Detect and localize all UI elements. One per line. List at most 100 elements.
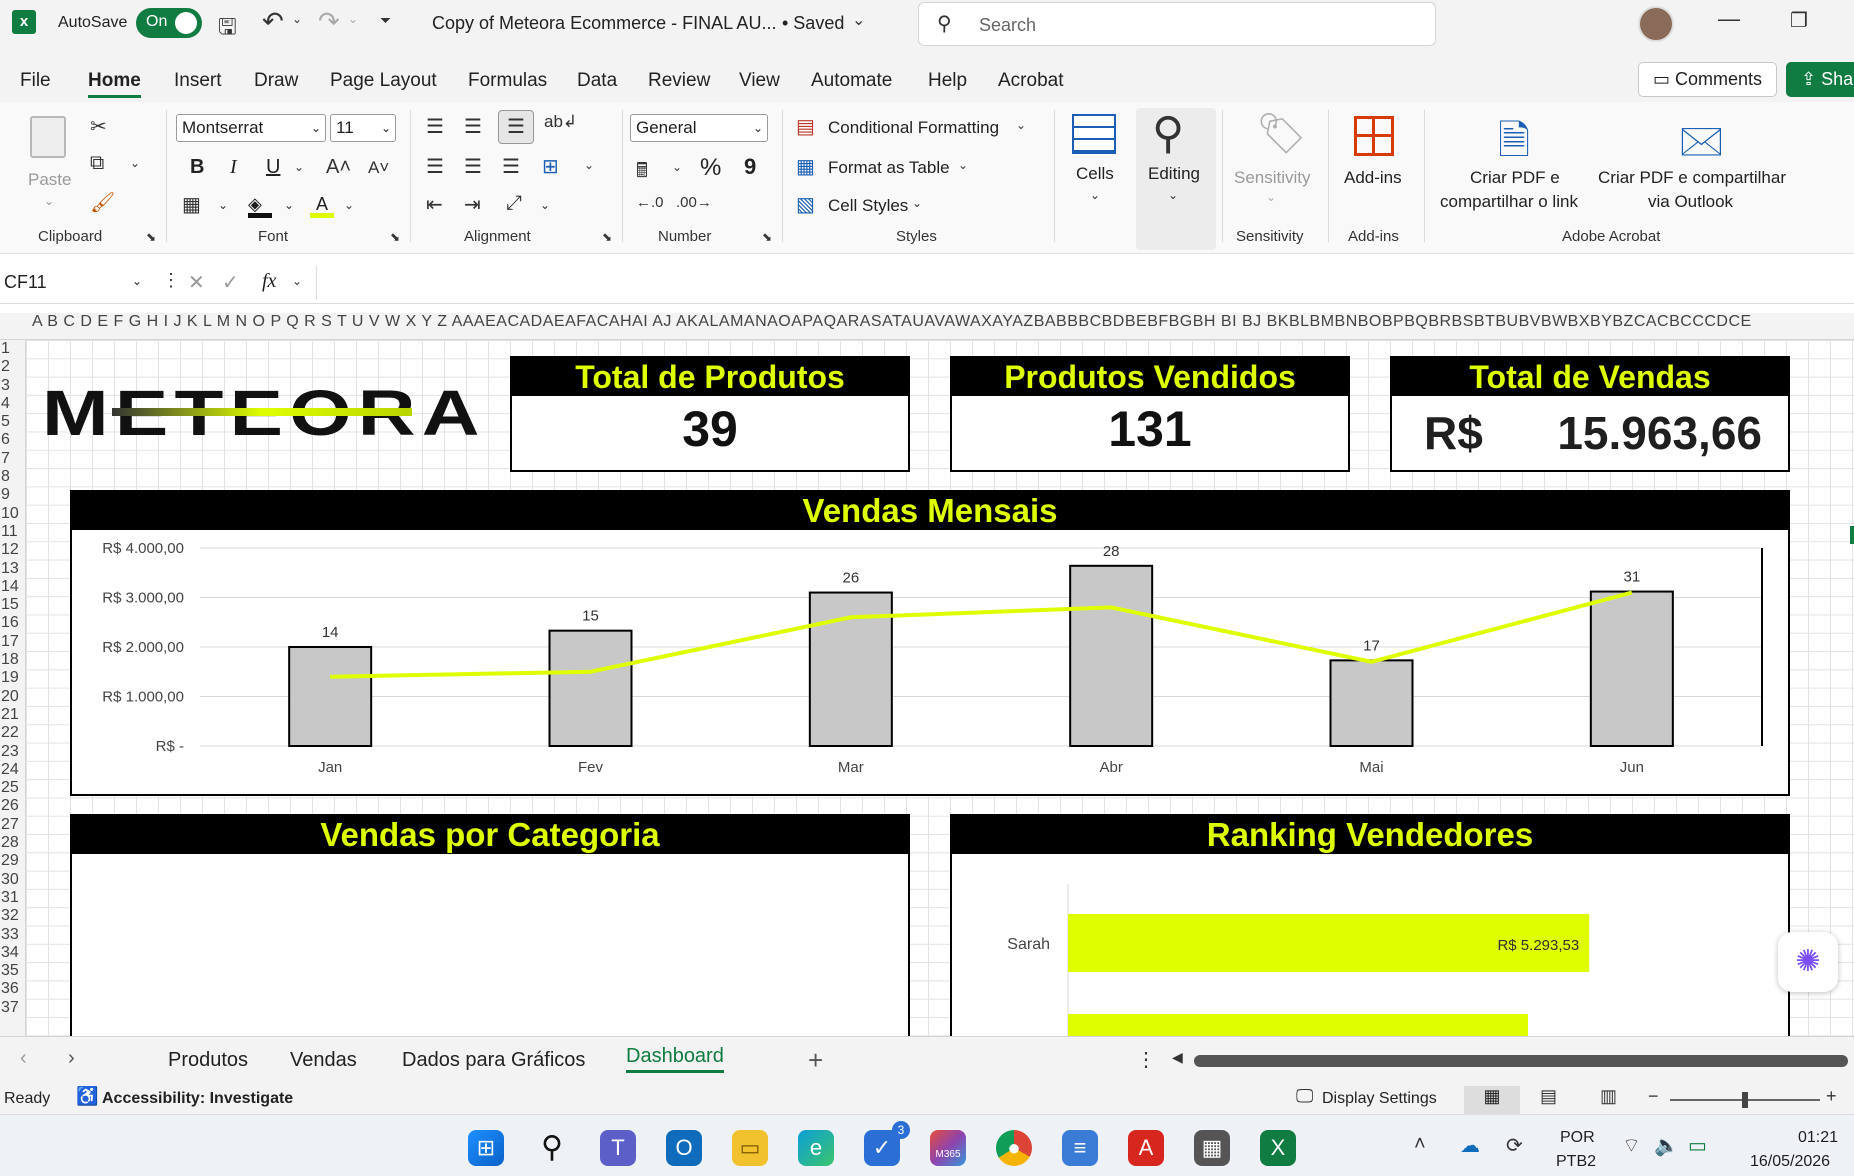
language-line2[interactable]: PTB2 <box>1556 1153 1596 1171</box>
clipboard-launcher-icon[interactable]: ⬊ <box>146 230 156 244</box>
saved-chevron-icon[interactable]: ⌄ <box>852 10 865 30</box>
insert-function-button[interactable]: fx <box>262 270 276 293</box>
tab-options-icon[interactable]: ⋮ <box>1136 1047 1156 1072</box>
orientation-icon[interactable]: ⤢ <box>506 192 522 215</box>
monthly-sales-panel[interactable]: Vendas Mensais R$ - R$ 1.000,00 R$ 2.000,0… <box>70 490 1790 796</box>
fx-dropdown-icon[interactable]: ⌄ <box>292 274 302 288</box>
row-header[interactable]: 24 <box>0 761 25 779</box>
accessibility-icon[interactable]: ♿ <box>76 1086 98 1107</box>
row-header[interactable]: 21 <box>0 706 25 724</box>
clock-date[interactable]: 16/05/2026 <box>1750 1153 1830 1171</box>
alignment-launcher-icon[interactable]: ⬊ <box>602 230 612 244</box>
search-box[interactable]: ⚲ Search <box>918 2 1436 46</box>
font-launcher-icon[interactable]: ⬊ <box>390 230 400 244</box>
formula-input[interactable] <box>316 266 1854 300</box>
fill-color-dropdown-icon[interactable]: ⌄ <box>284 198 294 212</box>
tab-dashboard[interactable]: Dashboard <box>626 1045 724 1073</box>
borders-dropdown-icon[interactable]: ⌄ <box>218 198 228 212</box>
row-header[interactable]: 19 <box>0 669 25 687</box>
row-header[interactable]: 18 <box>0 651 25 669</box>
align-middle-icon[interactable]: ☰ <box>464 114 482 139</box>
cells-button[interactable]: Cells <box>1076 164 1114 184</box>
share-button[interactable]: ⇪ Shar <box>1786 62 1854 97</box>
menu-data[interactable]: Data <box>577 70 617 92</box>
menu-page-layout[interactable]: Page Layout <box>330 70 437 92</box>
m365-icon[interactable]: M365 <box>930 1130 966 1166</box>
decrease-font-icon[interactable]: A˅ <box>368 158 389 178</box>
row-headers[interactable]: 1 2 3 4 5 6 7 8 9 10 11 12 13 14 15 16 17 18 19 20 21 22 23 24 2… <box>0 340 26 1036</box>
monthly-sales-chart[interactable]: R$ - R$ 1.000,00 R$ 2.000,00 R$ 3.000,00 R$ … <box>72 530 1788 794</box>
row-header[interactable]: 17 <box>0 633 25 651</box>
sync-icon[interactable]: ⟳ <box>1506 1133 1523 1158</box>
cell-styles-button[interactable]: Cell Styles <box>828 196 908 216</box>
row-header[interactable]: 22 <box>0 724 25 742</box>
font-color-dropdown-icon[interactable]: ⌄ <box>344 198 354 212</box>
format-as-table-button[interactable]: Format as Table <box>828 158 950 178</box>
decrease-indent-icon[interactable]: ⇤ <box>426 192 443 217</box>
edge-icon[interactable]: e <box>798 1130 834 1166</box>
accessibility-status[interactable]: Accessibility: Investigate <box>102 1090 293 1108</box>
normal-view-button[interactable]: ▦ <box>1464 1086 1520 1114</box>
row-header[interactable]: 27 <box>0 816 25 834</box>
restore-icon[interactable]: ❐ <box>1790 8 1808 33</box>
decrease-decimal-icon[interactable]: .00→ <box>676 194 712 211</box>
comma-style-button[interactable]: 9 <box>744 154 756 180</box>
paste-icon[interactable] <box>30 116 66 158</box>
row-header[interactable]: 8 <box>0 468 25 486</box>
enter-icon[interactable]: ✓ <box>222 270 239 295</box>
row-header[interactable]: 7 <box>0 450 25 468</box>
copy-dropdown-icon[interactable]: ⌄ <box>130 156 140 170</box>
row-header[interactable]: 3 <box>0 377 25 395</box>
tab-produtos[interactable]: Produtos <box>168 1049 248 1072</box>
italic-button[interactable]: I <box>230 156 237 179</box>
comments-button[interactable]: ▭ Comments <box>1638 62 1778 97</box>
onedrive-icon[interactable]: ☁ <box>1460 1133 1480 1158</box>
conditional-formatting-icon[interactable]: ▤ <box>796 114 815 139</box>
redo-icon[interactable]: ↷ <box>318 6 340 37</box>
row-header[interactable]: 25 <box>0 779 25 797</box>
row-header[interactable]: 31 <box>0 889 25 907</box>
underline-dropdown-icon[interactable]: ⌄ <box>294 160 304 174</box>
menu-file[interactable]: File <box>20 70 51 92</box>
autosave-toggle[interactable]: On <box>136 8 202 38</box>
cells-icon[interactable] <box>1072 114 1116 154</box>
borders-icon[interactable]: ▦ <box>182 192 201 217</box>
cell-styles-icon[interactable]: ▧ <box>796 192 815 217</box>
cancel-icon[interactable]: ✕ <box>188 270 205 295</box>
menu-insert[interactable]: Insert <box>174 70 222 92</box>
row-header[interactable]: 35 <box>0 962 25 980</box>
accounting-format-icon[interactable]: 🖩 <box>636 156 648 190</box>
conditional-formatting-button[interactable]: Conditional Formatting <box>828 118 999 138</box>
column-headers[interactable]: A B C D E F G H I J K L M N O P Q R S T … <box>0 313 1854 340</box>
accounting-dropdown-icon[interactable]: ⌄ <box>672 160 682 174</box>
add-sheet-icon[interactable]: + <box>808 1045 823 1076</box>
editing-dropdown-icon[interactable]: ⌄ <box>1168 188 1178 202</box>
ranking-panel[interactable]: Ranking Vendedores R$ 5.293,53 Sarah <box>950 814 1790 1036</box>
minimize-icon[interactable]: — <box>1718 6 1740 32</box>
prev-sheet-icon[interactable]: ‹ <box>20 1047 27 1070</box>
row-header[interactable]: 26 <box>0 797 25 815</box>
chrome-icon[interactable]: ● <box>996 1130 1032 1166</box>
pdf-link-line2[interactable]: compartilhar o link <box>1440 192 1578 212</box>
volume-icon[interactable]: 🔈 <box>1654 1133 1679 1158</box>
font-family-select[interactable]: Montserrat ⌄ <box>176 114 326 142</box>
row-header[interactable]: 23 <box>0 743 25 761</box>
wrap-text-icon[interactable]: ab↲ <box>544 112 577 132</box>
orientation-dropdown-icon[interactable]: ⌄ <box>540 198 550 212</box>
sensitivity-button[interactable]: Sensitivity <box>1234 168 1311 188</box>
menu-acrobat[interactable]: Acrobat <box>998 70 1063 92</box>
align-top-icon[interactable]: ☰ <box>426 114 444 139</box>
row-header[interactable]: 10 <box>0 505 25 523</box>
row-header[interactable]: 11 <box>0 523 25 541</box>
file-explorer-icon[interactable]: ▭ <box>732 1130 768 1166</box>
row-header[interactable]: 2 <box>0 358 25 376</box>
teams-icon[interactable]: T <box>600 1130 636 1166</box>
more-options-icon[interactable]: ⋮ <box>162 270 180 291</box>
menu-automate[interactable]: Automate <box>811 70 892 92</box>
font-size-select[interactable]: 11 ⌄ <box>330 114 396 142</box>
fill-color-icon[interactable]: ◈ <box>248 194 272 218</box>
outlook-icon[interactable]: O <box>666 1130 702 1166</box>
menu-home[interactable]: Home <box>88 70 141 98</box>
sensitivity-dropdown-icon[interactable]: ⌄ <box>1266 190 1276 204</box>
tab-dados-graficos[interactable]: Dados para Gráficos <box>402 1049 585 1072</box>
